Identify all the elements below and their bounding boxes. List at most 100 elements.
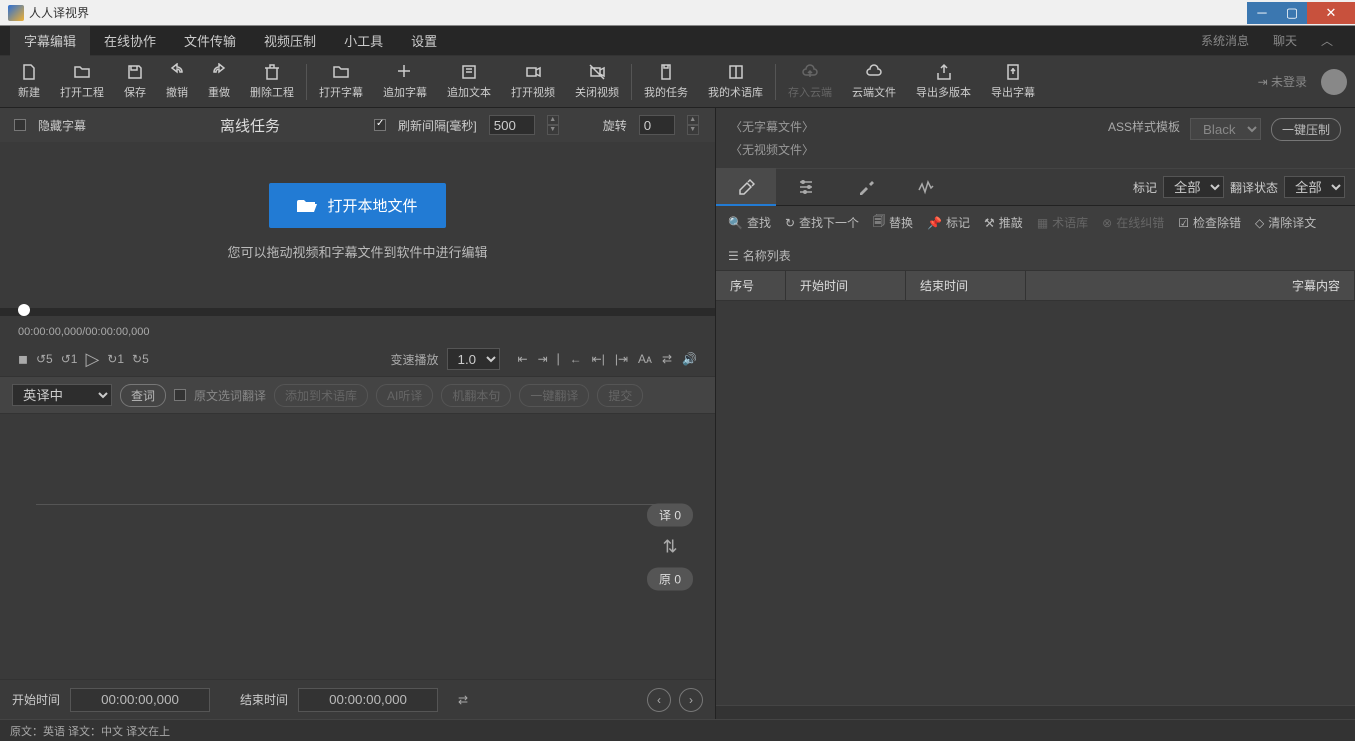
compress-button[interactable]: 一键压制 [1271,118,1341,141]
trash-icon [263,63,281,81]
tool-trash[interactable]: 删除工程 [240,58,304,106]
next-button[interactable]: › [679,688,703,712]
swap-time-icon[interactable]: ⇄ [458,693,468,707]
rotate-up[interactable]: ▲ [687,115,699,125]
hide-subtitle-checkbox[interactable] [14,119,26,131]
tool-text[interactable]: 追加文本 [437,58,501,106]
chat-link[interactable]: 聊天 [1273,32,1297,49]
rotate-down[interactable]: ▼ [687,125,699,135]
mark-button[interactable]: 📌 标记 [927,214,970,231]
timeline[interactable] [0,308,715,316]
trans-status-select[interactable]: 全部 [1284,176,1345,198]
onekey-button[interactable]: 一键翻译 [519,384,589,407]
check-button[interactable]: ☑ 检查除错 [1178,214,1241,231]
lookup-button[interactable]: 查词 [120,384,166,407]
src-word-checkbox[interactable] [174,389,186,401]
tab-sliders[interactable] [776,168,836,206]
find-button[interactable]: 🔍 查找 [728,214,771,231]
tab-tools[interactable] [836,168,896,206]
font-icon[interactable]: Aᴀ [638,352,652,367]
system-msg-link[interactable]: 系统消息 [1201,32,1249,49]
back1-button[interactable]: ↺1 [61,352,78,366]
maximize-button[interactable]: ▢ [1277,2,1307,24]
tab-wave[interactable] [896,168,956,206]
find-next-button[interactable]: ↻ 查找下一个 [785,214,859,231]
th-end[interactable]: 结束时间 [906,271,1026,300]
swap-icon[interactable]: ⇅ [662,536,677,557]
refresh-down[interactable]: ▼ [547,125,559,135]
tool-cloudup[interactable]: 存入云端 [778,58,842,106]
direction-select[interactable]: 英译中 [12,384,112,406]
th-content[interactable]: 字幕内容 [1026,271,1355,300]
tool-undo[interactable]: 撤销 [156,58,198,106]
login-status[interactable]: ⇥ 未登录 [1258,73,1307,90]
clear-button[interactable]: ◇ 清除译文 [1255,214,1316,231]
submit-button[interactable]: 提交 [597,384,643,407]
mark-filter-select[interactable]: 全部 [1163,176,1224,198]
close-button[interactable]: ✕ [1307,2,1355,24]
refresh-input[interactable] [489,115,535,135]
namelist-button[interactable]: ☰ 名称列表 [728,247,791,264]
minimize-button[interactable]: ─ [1247,2,1277,24]
tool-videoff[interactable]: 关闭视频 [565,58,629,106]
tool-cloud[interactable]: 云端文件 [842,58,906,106]
machine-button[interactable]: 机翻本句 [441,384,511,407]
play-button[interactable]: ▷ [85,349,99,370]
menu-file-transfer[interactable]: 文件传输 [170,26,250,56]
loop-icon[interactable]: ⇄ [662,352,672,367]
open-local-file-button[interactable]: 打开本地文件 [269,183,445,228]
avatar[interactable] [1321,69,1347,95]
fwd5-button[interactable]: ↻5 [132,352,149,366]
menu-online-collab[interactable]: 在线协作 [90,26,170,56]
collapse-icon[interactable]: ︿ [1321,32,1333,49]
tool-folder[interactable]: 打开工程 [50,58,114,106]
tool-exportsub[interactable]: 导出字幕 [981,58,1045,106]
tool-folder2[interactable]: 打开字幕 [309,58,373,106]
th-start[interactable]: 开始时间 [786,271,906,300]
th-seq[interactable]: 序号 [716,271,786,300]
tool-export[interactable]: 导出多版本 [906,58,981,106]
tool-plus[interactable]: 追加字幕 [373,58,437,106]
ass-template-select[interactable]: Black [1190,118,1261,140]
start-time-input[interactable] [70,688,210,712]
indent-left-icon[interactable]: ⇤ [518,352,528,367]
back5-button[interactable]: ↺5 [36,352,53,366]
rotate-input[interactable] [639,115,675,135]
mark-in-icon[interactable]: ⇤| [592,352,605,367]
fwd1-button[interactable]: ↻1 [107,352,124,366]
stop-button[interactable]: ◼ [18,352,28,366]
indent-right-icon[interactable]: ⇥ [538,352,548,367]
subtitle-list[interactable] [716,301,1355,705]
replace-button[interactable]: 🗐 替换 [873,212,913,233]
mark-out-icon[interactable]: |⇥ [615,352,628,367]
align-icon[interactable]: ⎸← [558,352,582,367]
tab-eraser[interactable] [716,168,776,206]
tool-file[interactable]: 新建 [8,58,50,106]
menu-settings[interactable]: 设置 [397,26,451,56]
volume-icon[interactable]: 🔊 [682,352,697,367]
scrollbar-horizontal[interactable] [716,705,1355,719]
push-button[interactable]: ⚒ 推敲 [984,214,1023,231]
term-button[interactable]: ▦ 术语库 [1037,214,1088,231]
correct-button[interactable]: ⊗ 在线纠错 [1102,214,1164,231]
ai-listen-button[interactable]: AI听译 [376,384,433,407]
tool-save[interactable]: 保存 [114,58,156,106]
playhead[interactable] [18,304,30,316]
menu-video-compress[interactable]: 视频压制 [250,26,330,56]
editor-area[interactable]: 译 0 ⇅ 原 0 [0,414,715,679]
menu-tools[interactable]: 小工具 [330,26,397,56]
end-time-input[interactable] [298,688,438,712]
refresh-checkbox[interactable] [374,119,386,131]
drop-area[interactable]: 打开本地文件 您可以拖动视频和字幕文件到软件中进行编辑 [0,142,715,302]
tool-redo[interactable]: 重做 [198,58,240,106]
menu-subtitle-edit[interactable]: 字幕编辑 [10,26,90,56]
cloud-icon [865,63,883,81]
tool-book[interactable]: 我的术语库 [698,58,773,106]
prev-button[interactable]: ‹ [647,688,671,712]
tool-clip[interactable]: 我的任务 [634,58,698,106]
app-icon [8,5,24,21]
refresh-up[interactable]: ▲ [547,115,559,125]
tool-video[interactable]: 打开视频 [501,58,565,106]
speed-select[interactable]: 1.0 [447,348,500,370]
add-term-button[interactable]: 添加到术语库 [274,384,368,407]
